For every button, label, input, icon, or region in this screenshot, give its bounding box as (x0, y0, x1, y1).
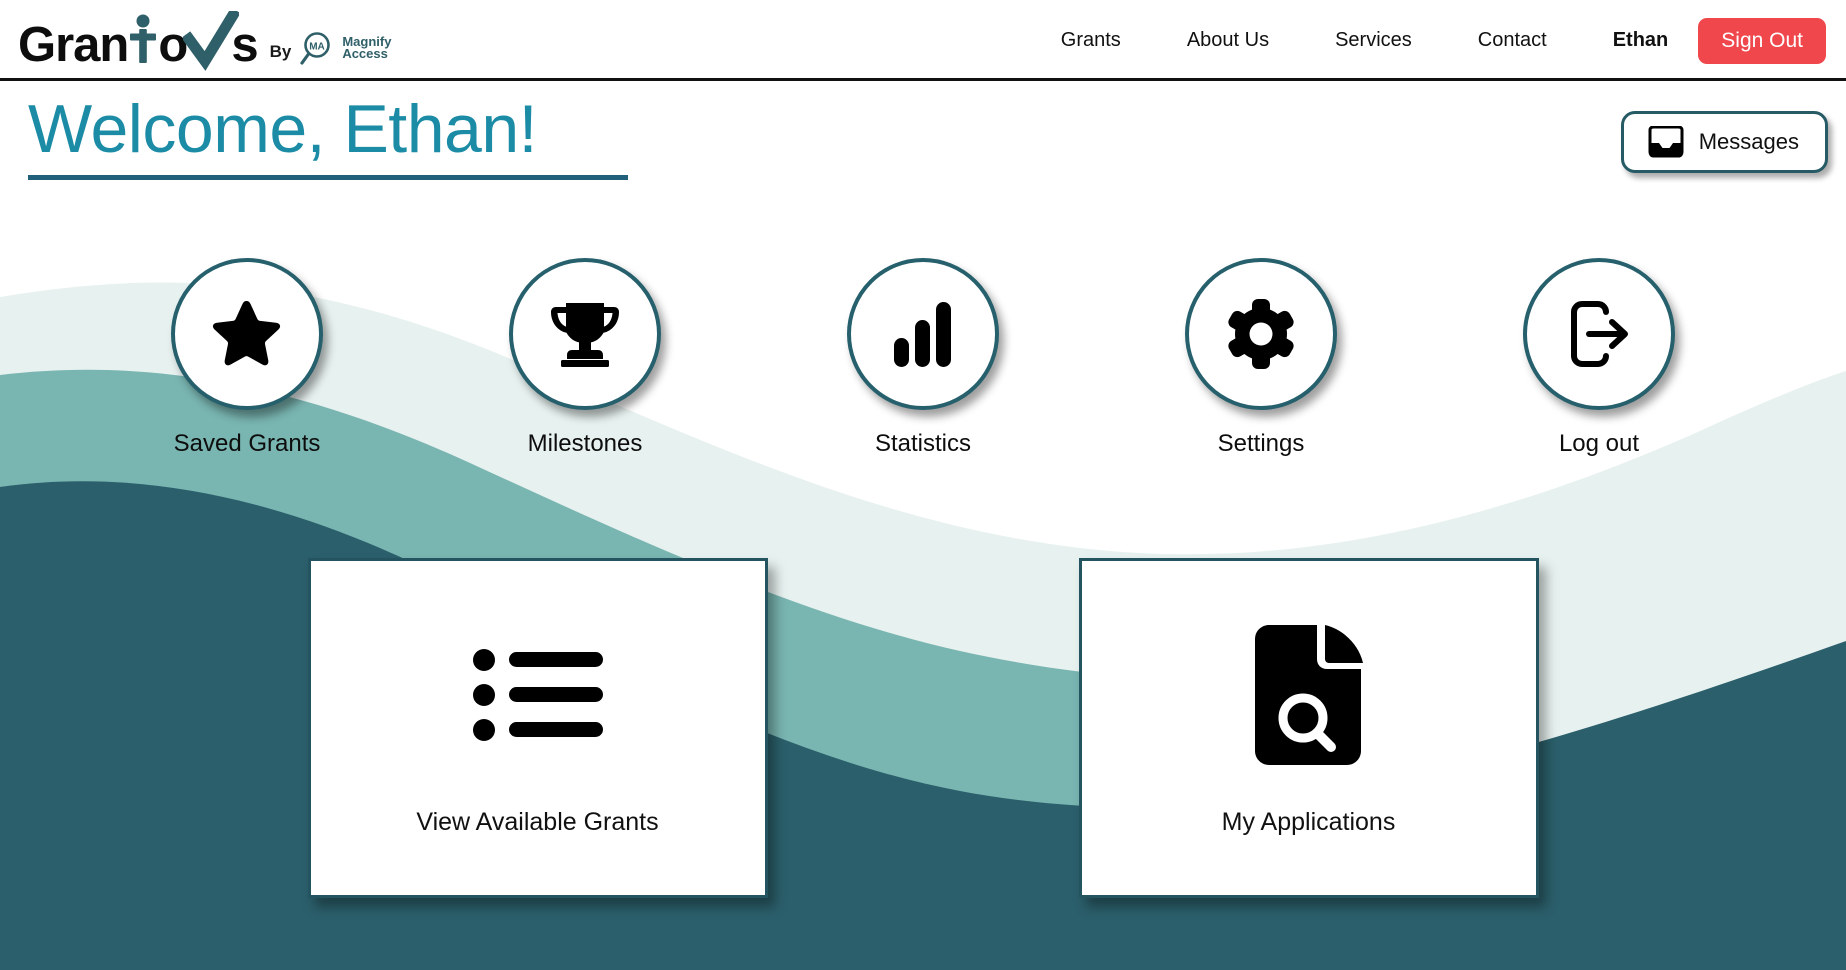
brand-person-t-icon (128, 14, 158, 63)
brand-wordmark: Gran o s (18, 11, 259, 72)
nav-link-grants[interactable]: Grants (1028, 29, 1154, 52)
messages-button-label: Messages (1698, 129, 1799, 154)
quick-action-label: Log out (1558, 430, 1640, 457)
quick-action-label: Saved Grants (173, 430, 321, 457)
quick-action-statistics[interactable]: Statistics (845, 258, 1002, 458)
card-label: My Applications (1221, 807, 1396, 836)
trophy-icon (551, 303, 619, 367)
quick-action-label: Milestones (527, 430, 643, 457)
quick-actions-row: Saved Grants Milestones Statistics Setti… (0, 258, 1846, 458)
brand-logo[interactable]: Gran o s By MA Magnify Access (18, 8, 391, 72)
magnify-access-text: Magnify Access (342, 35, 391, 61)
quick-action-label: Statistics (874, 430, 972, 457)
brand-by-label: By (269, 42, 292, 61)
magnifier-icon: MA (300, 32, 331, 65)
quick-action-circle (847, 258, 999, 410)
logout-icon (1571, 301, 1628, 367)
magnify-access-line2: Access (342, 46, 388, 61)
quick-action-circle (171, 258, 323, 410)
bar-chart-icon (894, 302, 951, 367)
quick-action-settings[interactable]: Settings (1183, 258, 1340, 458)
svg-text:MA: MA (310, 42, 326, 53)
title-underline (28, 175, 628, 180)
card-view-available-grants[interactable]: View Available Grants (307, 558, 768, 898)
sign-out-button[interactable]: Sign Out (1698, 17, 1826, 64)
nav-link-about-us[interactable]: About Us (1154, 29, 1302, 52)
nav-link-services[interactable]: Services (1302, 29, 1445, 52)
brand-text-prefix: Gran (18, 18, 129, 72)
messages-button[interactable]: Messages (1620, 111, 1828, 173)
gear-icon (1228, 299, 1294, 369)
card-icon-wrap (1254, 620, 1363, 770)
quick-action-milestones[interactable]: Milestones (507, 258, 664, 458)
star-icon (212, 301, 281, 366)
magnify-access-logo: MA Magnify Access (299, 30, 391, 66)
nav-link-contact[interactable]: Contact (1445, 29, 1580, 52)
quick-action-label: Settings (1217, 430, 1305, 457)
top-navbar: Gran o s By MA Magnify Access Grants Abo… (0, 0, 1846, 81)
list-icon (472, 648, 603, 741)
page-title: Welcome, Ethan! (28, 91, 538, 167)
dashboard-page: Gran o s By MA Magnify Access Grants Abo… (0, 0, 1846, 970)
main-cards-row: View Available Grants My Applications (0, 558, 1846, 898)
quick-action-circle (509, 258, 661, 410)
card-label: View Available Grants (416, 807, 659, 836)
card-my-applications[interactable]: My Applications (1078, 558, 1539, 898)
document-search-icon (1254, 624, 1363, 765)
quick-action-circle (1185, 258, 1337, 410)
quick-action-circle (1523, 258, 1675, 410)
brand-check-icon (183, 11, 240, 71)
card-icon-wrap (472, 620, 603, 770)
inbox-icon (1648, 126, 1684, 158)
nav-user-name[interactable]: Ethan (1580, 29, 1699, 52)
welcome-block: Welcome, Ethan! (28, 95, 628, 180)
quick-action-log-out[interactable]: Log out (1521, 258, 1678, 458)
nav-links: Grants About Us Services Contact Ethan S… (1028, 0, 1826, 81)
quick-action-saved-grants[interactable]: Saved Grants (169, 258, 326, 458)
